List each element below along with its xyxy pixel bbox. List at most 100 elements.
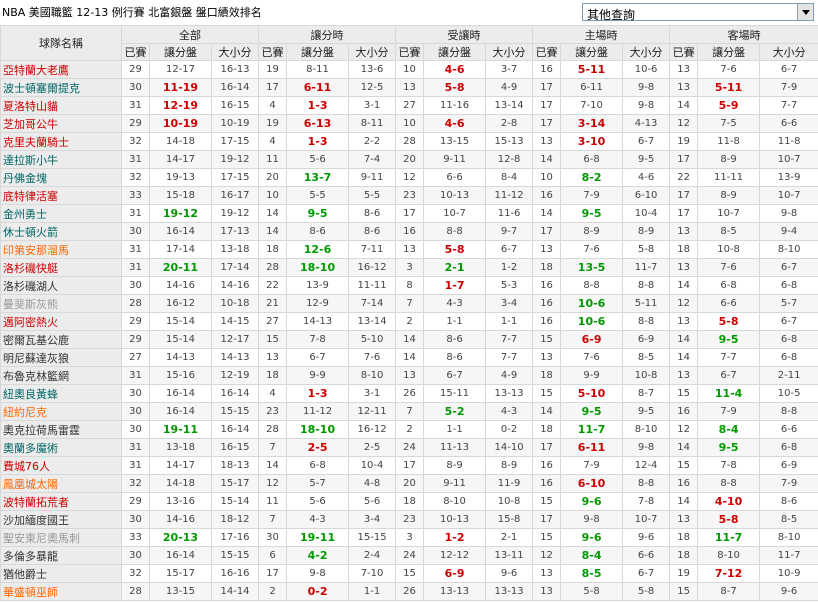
stat-cell: 13	[669, 510, 699, 529]
team-name-link[interactable]: 芝加哥公牛	[0, 114, 122, 133]
stat-cell: 14-10	[485, 438, 534, 457]
team-name-link[interactable]: 沙加緬度國王	[0, 510, 122, 529]
stat-cell: 10-13	[423, 186, 487, 205]
chevron-down-icon[interactable]	[797, 4, 813, 20]
team-name-link[interactable]: 邁阿密熱火	[0, 312, 122, 331]
stat-cell: 10-8	[485, 492, 534, 511]
stat-cell: 18	[669, 546, 699, 565]
sub-header-cell: 已賽	[258, 43, 288, 61]
team-name-link[interactable]: 費城76人	[0, 456, 122, 475]
stat-cell: 18	[669, 240, 699, 259]
stat-cell: 15-15	[348, 528, 397, 547]
stat-cell: 4-6	[423, 60, 487, 79]
stat-cell: 18	[669, 528, 699, 547]
stat-cell: 15-17	[149, 564, 212, 583]
team-name-link[interactable]: 金州勇士	[0, 204, 122, 223]
stat-cell: 6-8	[759, 276, 818, 295]
team-name-link[interactable]: 密爾瓦基公鹿	[0, 330, 122, 349]
team-name-link[interactable]: 奧蘭多魔術	[0, 438, 122, 457]
stat-cell: 6-11	[286, 78, 350, 97]
stat-cell: 31	[121, 438, 150, 457]
team-name-link[interactable]: 夏洛特山貓	[0, 96, 122, 115]
stat-cell: 6-7	[622, 132, 671, 151]
stat-cell: 1-2	[423, 528, 487, 547]
stat-cell: 15-17	[210, 474, 260, 493]
stat-cell: 5-5	[348, 186, 397, 205]
stat-cell: 26	[395, 384, 425, 403]
stat-cell: 15-14	[149, 312, 212, 331]
team-name-link[interactable]: 明尼蘇達灰狼	[0, 348, 122, 367]
team-name-link[interactable]: 丹佛金塊	[0, 168, 122, 187]
team-name-link[interactable]: 鳳凰城太陽	[0, 474, 122, 493]
table-row: 明尼蘇達灰狼 27 14-13 14-13 13 6-7 7-6 14 8-6 7-7 13 7-6 8…	[0, 348, 818, 367]
stat-cell: 4-2	[286, 546, 350, 565]
query-select[interactable]: 其他查詢	[582, 3, 814, 22]
team-name-link[interactable]: 多倫多暴龍	[0, 546, 122, 565]
stat-cell: 6-6	[759, 420, 818, 439]
stat-cell: 11	[258, 492, 288, 511]
stat-cell: 18-12	[210, 510, 260, 529]
stat-cell: 2	[395, 420, 425, 439]
stat-cell: 13-7	[286, 168, 350, 187]
sub-header-cell: 大小分	[622, 43, 671, 61]
team-name-link[interactable]: 聖安東尼奧馬刺	[0, 528, 122, 547]
stat-cell: 17	[395, 456, 425, 475]
stat-cell: 14-17	[149, 456, 212, 475]
team-name-link[interactable]: 克里夫蘭騎士	[0, 132, 122, 151]
team-name-link[interactable]: 波士頓塞爾提克	[0, 78, 122, 97]
stat-cell: 5-11	[560, 60, 624, 79]
stat-cell: 6-6	[697, 294, 761, 313]
table-row: 紐奧良黃蜂 30 16-14 16-14 4 1-3 3-1 26 15-11 13-13 15 5-…	[0, 384, 818, 403]
stat-cell: 12	[395, 168, 425, 187]
stat-cell: 8-9	[697, 150, 761, 169]
team-name-link[interactable]: 達拉斯小牛	[0, 150, 122, 169]
stat-cell: 15	[669, 384, 699, 403]
stat-cell: 5-3	[485, 276, 534, 295]
stat-cell: 14	[669, 96, 699, 115]
stat-cell: 5-8	[423, 78, 487, 97]
sub-header-cell: 讓分盤	[149, 43, 212, 61]
stat-cell: 16-15	[210, 96, 260, 115]
stat-cell: 16-16	[210, 564, 260, 583]
stat-cell: 14	[532, 204, 562, 223]
team-name-link[interactable]: 紐約尼克	[0, 402, 122, 421]
team-name-link[interactable]: 曼斐斯灰熊	[0, 294, 122, 313]
team-name-link[interactable]: 猶他爵士	[0, 564, 122, 583]
team-name-link[interactable]: 紐奧良黃蜂	[0, 384, 122, 403]
stat-cell: 6	[258, 546, 288, 565]
team-name-link[interactable]: 洛杉磯快艇	[0, 258, 122, 277]
team-name-link[interactable]: 休士頓火箭	[0, 222, 122, 241]
team-name-link[interactable]: 華盛頓巫師	[0, 582, 122, 601]
stat-cell: 7-12	[697, 564, 761, 583]
table-row: 多倫多暴龍 30 16-14 15-15 6 4-2 2-4 24 12-12 13-11 12 8-…	[0, 546, 818, 565]
team-name-link[interactable]: 底特律活塞	[0, 186, 122, 205]
team-name-link[interactable]: 奧克拉荷馬雷霆	[0, 420, 122, 439]
stat-cell: 13	[532, 348, 562, 367]
stat-cell: 10-7	[759, 186, 818, 205]
table-row: 洛杉磯湖人 30 14-16 14-16 22 13-9 11-11 8 1-7 5-3 16 8-8…	[0, 276, 818, 295]
stat-cell: 19	[258, 114, 288, 133]
team-name-link[interactable]: 洛杉磯湖人	[0, 276, 122, 295]
team-name-link[interactable]: 亞特蘭大老鷹	[0, 60, 122, 79]
table-row: 奧克拉荷馬雷霆 30 19-11 16-14 28 18-10 16-12 2 1-1 0-2 18…	[0, 420, 818, 439]
stat-cell: 7-9	[560, 186, 624, 205]
stat-cell: 31	[121, 456, 150, 475]
stat-cell: 11-7	[759, 546, 818, 565]
stat-cell: 30	[121, 78, 150, 97]
stat-cell: 17	[395, 204, 425, 223]
team-name-link[interactable]: 布魯克林籃網	[0, 366, 122, 385]
team-name-link[interactable]: 波特蘭拓荒者	[0, 492, 122, 511]
stat-cell: 13	[395, 240, 425, 259]
table-row: 丹佛金塊 32 19-13 17-15 20 13-7 9-11 12 6-6 8-4 10 8-2 4…	[0, 168, 818, 187]
stat-cell: 30	[258, 528, 288, 547]
stat-cell: 24	[395, 546, 425, 565]
stat-cell: 12-9	[286, 294, 350, 313]
stat-cell: 1-1	[423, 420, 487, 439]
stat-cell: 13	[258, 348, 288, 367]
stat-cell: 6-6	[622, 546, 671, 565]
stat-cell: 29	[121, 60, 150, 79]
stat-cell: 6-7	[697, 366, 761, 385]
sub-header-cell: 讓分盤	[560, 43, 624, 61]
stat-cell: 5-11	[697, 78, 761, 97]
team-name-link[interactable]: 印第安那溜馬	[0, 240, 122, 259]
